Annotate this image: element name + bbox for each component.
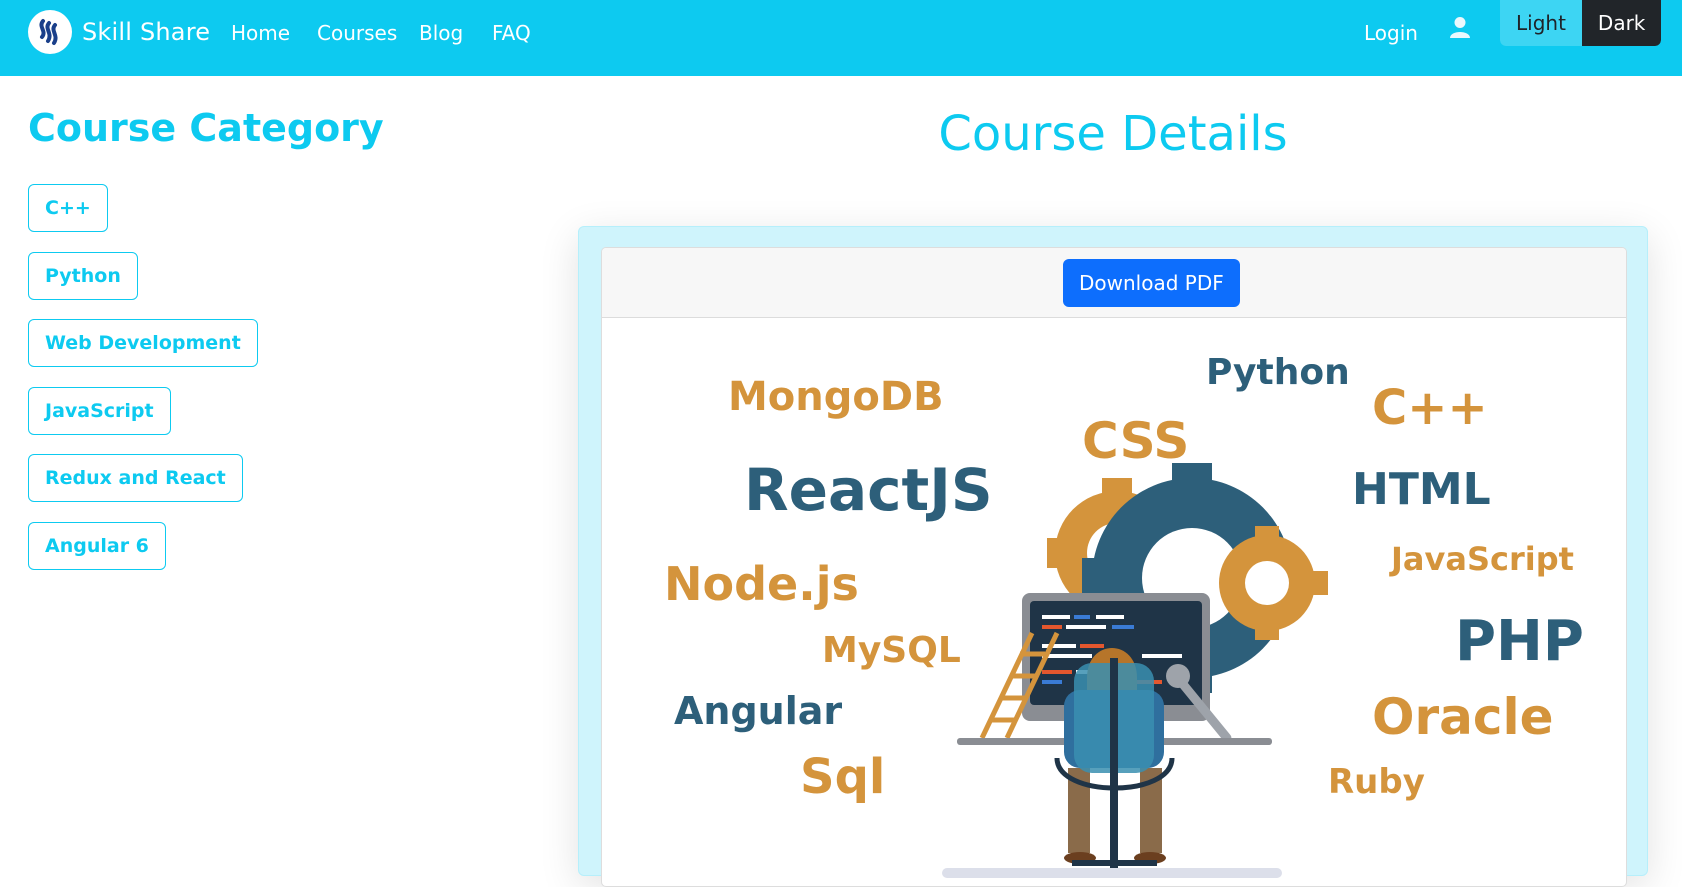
brand-link[interactable]: Skill Share [28,10,210,54]
course-card: Download PDF MongoDB Python C++ CSS Reac… [601,247,1627,887]
word-angular: Angular [674,689,842,733]
word-javascript: JavaScript [1389,540,1574,578]
word-oracle: Oracle [1372,688,1554,746]
word-nodejs: Node.js [664,557,859,611]
theme-toggle-group: Light Dark [1500,0,1662,46]
brand-logo-icon [28,10,72,54]
nav-link-blog[interactable]: Blog [419,21,463,45]
category-button-cpp[interactable]: C++ [28,184,108,232]
brand-name: Skill Share [82,18,211,46]
login-link[interactable]: Login [1364,21,1418,45]
category-button-angular-6[interactable]: Angular 6 [28,522,166,570]
word-css: CSS [1082,412,1189,470]
course-details-heading: Course Details [938,106,1288,162]
light-theme-button[interactable]: Light [1500,0,1582,46]
course-illustration: MongoDB Python C++ CSS ReactJS HTML Java… [664,352,1584,878]
word-mysql: MySQL [822,630,961,671]
category-button-python[interactable]: Python [28,252,138,300]
word-php: PHP [1455,609,1584,674]
course-category-heading: Course Category [28,106,384,150]
course-card-outer: Download PDF MongoDB Python C++ CSS Reac… [578,226,1648,887]
word-ruby: Ruby [1328,762,1425,802]
category-button-redux-react[interactable]: Redux and React [28,454,243,502]
word-sql: Sql [800,749,885,805]
floor-shadow [942,868,1282,878]
top-navbar: Skill Share Home Courses Blog FAQ Login … [0,0,1682,76]
word-html: HTML [1352,464,1491,515]
nav-link-courses[interactable]: Courses [317,21,397,45]
word-reactjs: ReactJS [744,456,993,524]
word-mongodb: MongoDB [728,374,944,420]
category-button-web-development[interactable]: Web Development [28,319,258,367]
user-icon[interactable] [1449,16,1471,40]
category-button-javascript[interactable]: JavaScript [28,387,171,435]
nav-link-home[interactable]: Home [231,21,290,45]
card-header: Download PDF [602,248,1626,318]
dark-theme-button[interactable]: Dark [1581,0,1662,46]
word-python: Python [1206,352,1350,393]
download-pdf-button[interactable]: Download PDF [1063,259,1240,307]
word-cpp: C++ [1372,380,1488,436]
nav-link-faq[interactable]: FAQ [492,21,531,45]
